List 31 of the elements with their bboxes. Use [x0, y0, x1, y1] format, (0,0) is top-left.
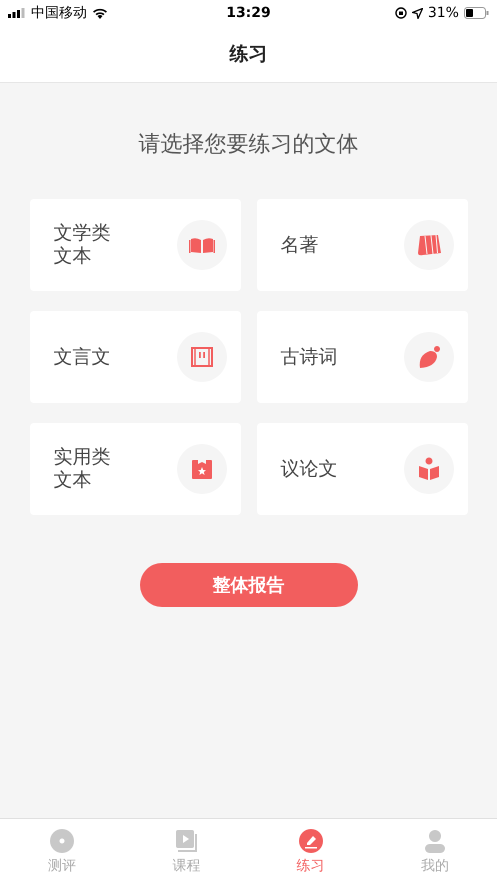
page-title: 练习 [230, 42, 268, 67]
leaf-icon [404, 332, 454, 382]
genre-card[interactable]: 古诗词 [256, 311, 468, 403]
book-icon [176, 220, 226, 270]
signal-icon [8, 8, 26, 18]
genre-card[interactable]: 文学类文本 [30, 199, 240, 291]
genre-card[interactable]: 文言文 [30, 311, 240, 403]
genre-label: 实用类文本 [54, 446, 112, 492]
map-icon [404, 220, 454, 270]
badge-icon [176, 444, 226, 494]
genre-card[interactable]: 议论文 [256, 423, 468, 515]
reader-icon [404, 444, 454, 494]
battery-percent: 31% [428, 5, 459, 21]
carrier-name: 中国移动 [31, 4, 87, 22]
disc-icon [49, 828, 76, 854]
pencil-icon [298, 828, 324, 854]
genre-label: 议论文 [280, 458, 338, 480]
wifi-icon [92, 7, 108, 19]
genre-card[interactable]: 名著 [256, 199, 468, 291]
genre-card[interactable]: 实用类文本 [30, 423, 240, 515]
location-icon [412, 8, 423, 18]
rotation-lock-icon [394, 7, 407, 19]
prompt-text: 请选择您要练习的文体 [138, 131, 358, 159]
genre-label: 文言文 [54, 346, 110, 368]
video-icon [173, 828, 200, 854]
genre-label: 古诗词 [280, 346, 338, 368]
clock-time: 13:29 [226, 5, 271, 21]
genre-label: 名著 [280, 234, 318, 256]
scroll-icon [176, 332, 226, 382]
battery-icon [464, 7, 489, 19]
genre-label: 文学类文本 [54, 222, 112, 268]
